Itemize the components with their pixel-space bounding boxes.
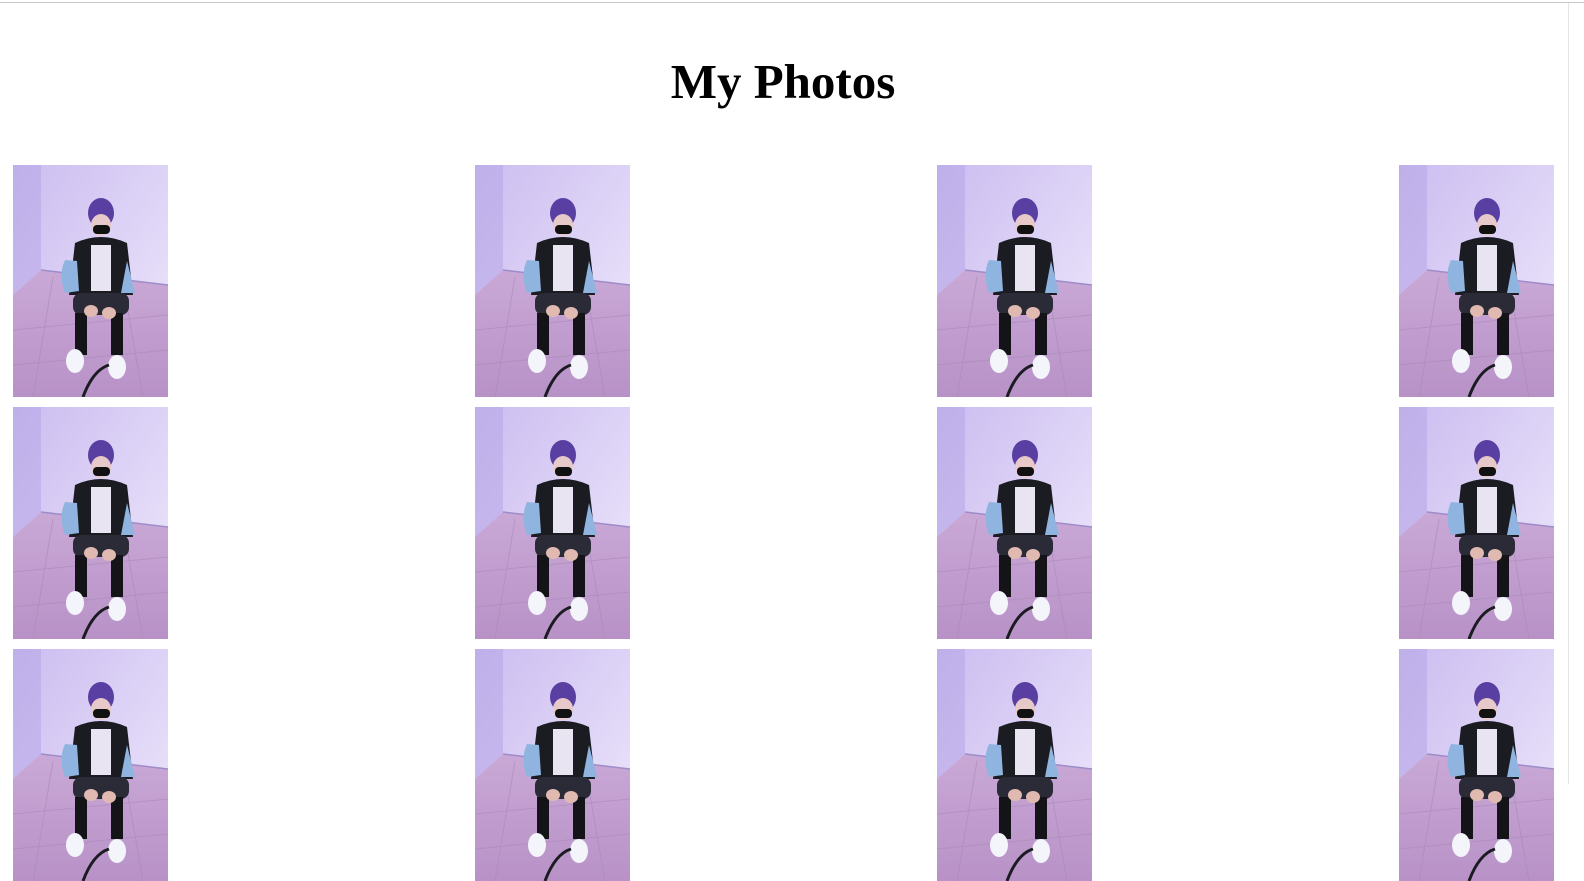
gallery-photo[interactable] (937, 649, 1092, 881)
gallery-photo[interactable] (475, 407, 630, 639)
gallery-photo[interactable] (1399, 649, 1554, 881)
gallery-photo[interactable] (937, 407, 1092, 639)
vertical-scrollbar[interactable] (1568, 3, 1584, 784)
gallery-photo[interactable] (1399, 407, 1554, 639)
gallery-photo[interactable] (13, 165, 168, 397)
gallery-photo[interactable] (13, 407, 168, 639)
gallery-photo[interactable] (475, 165, 630, 397)
photo-image (475, 407, 630, 639)
photo-image (475, 649, 630, 881)
gallery-photo[interactable] (475, 649, 630, 881)
photo-image (937, 165, 1092, 397)
photo-image (937, 649, 1092, 881)
photo-gallery (13, 165, 1570, 881)
gallery-photo[interactable] (13, 649, 168, 881)
gallery-photo[interactable] (1399, 165, 1554, 397)
photo-image (13, 165, 168, 397)
photo-image (1399, 649, 1554, 881)
photo-image (13, 407, 168, 639)
photo-image (13, 649, 168, 881)
photo-image (1399, 407, 1554, 639)
page-title: My Photos (670, 54, 896, 109)
gallery-photo[interactable] (937, 165, 1092, 397)
window-top-border (0, 2, 1584, 3)
photo-image (1399, 165, 1554, 397)
photo-image (937, 407, 1092, 639)
photo-image (475, 165, 630, 397)
